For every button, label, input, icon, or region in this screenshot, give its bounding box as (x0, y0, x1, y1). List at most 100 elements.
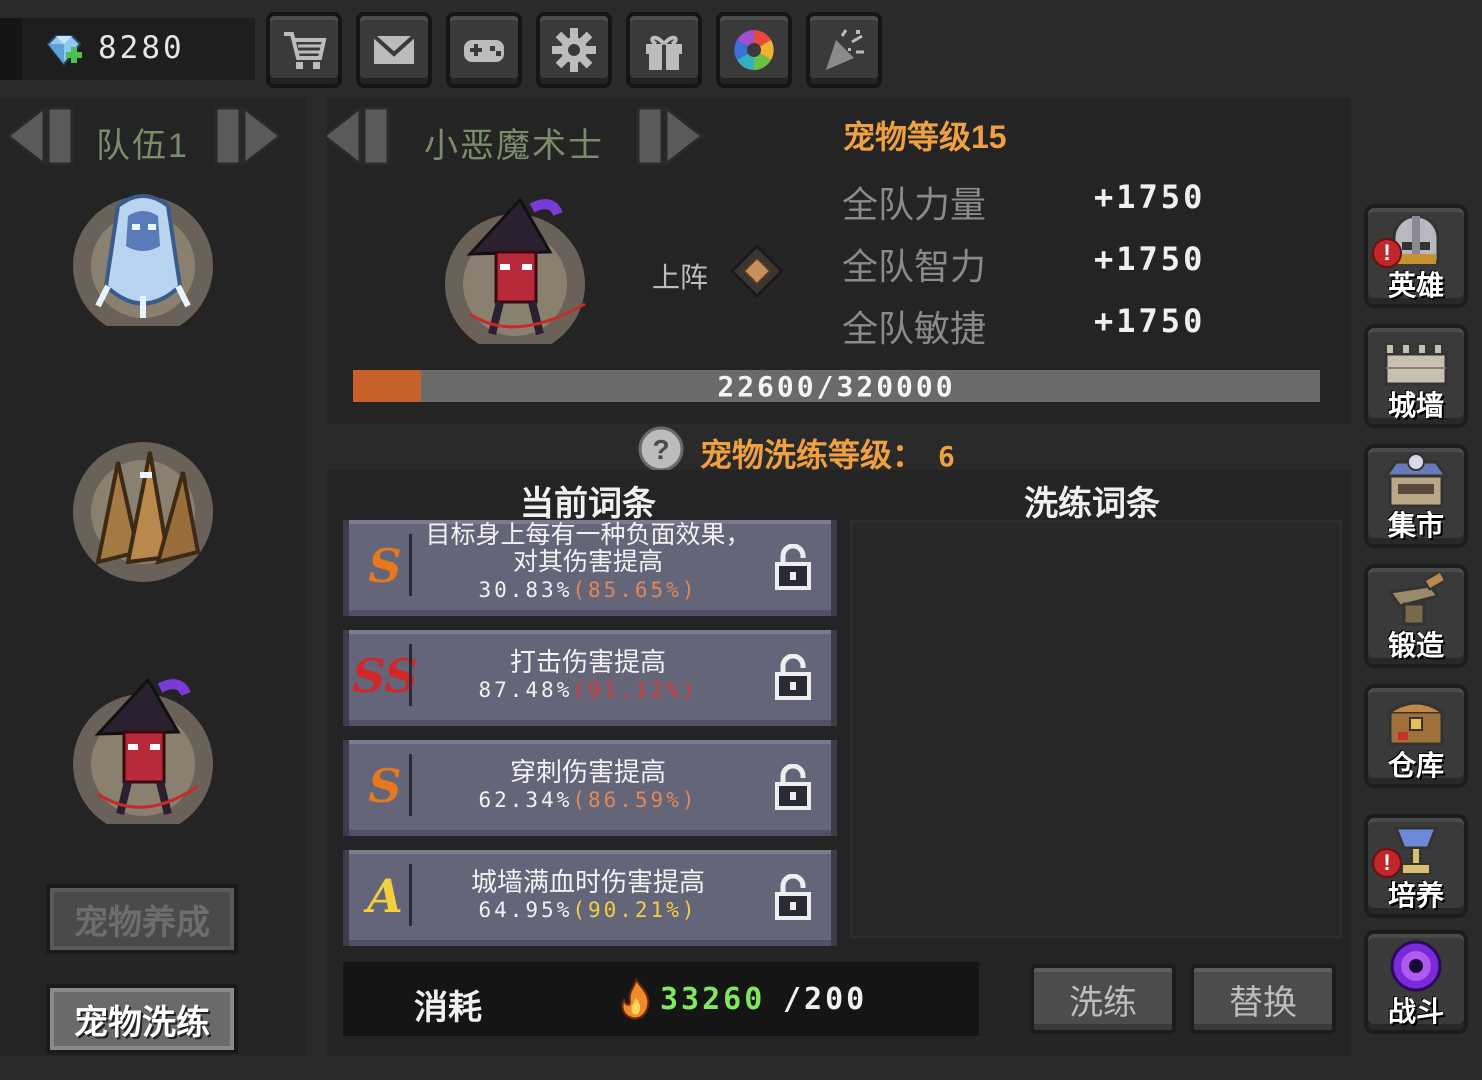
stat-name: 全队敏捷 (842, 308, 987, 349)
pet-name: 小恶魔术士 (424, 127, 604, 165)
new-affix-header: 洗练词条 (1024, 485, 1160, 523)
nav-forge-button[interactable]: 锻造 (1364, 564, 1468, 668)
settings-button[interactable] (536, 12, 612, 88)
affix-grade: S (368, 759, 402, 813)
nav-warehouse-label: 仓库 (1387, 750, 1444, 781)
nav-market-button[interactable]: 集市 (1364, 444, 1468, 548)
affix-row[interactable]: S 目标身上每有一种负面效果，对其伤害提高 30.83%(85.65%) (343, 520, 837, 616)
current-affix-header: 当前词条 (520, 485, 656, 523)
unlock-icon[interactable] (773, 654, 813, 700)
stat-name: 全队智力 (842, 246, 987, 287)
affix-values: 30.83%(85.65%) (415, 576, 761, 604)
pet-raise-button[interactable]: 宠物养成 (46, 884, 238, 954)
affix-current-value: 62.34% (478, 788, 573, 812)
market-shop-icon (1383, 453, 1449, 508)
color-wheel-icon (734, 30, 774, 70)
pet-next-arrow-icon[interactable] (634, 100, 706, 172)
gem-plus-icon[interactable] (44, 34, 84, 68)
affix-row[interactable]: A 城墙满血时伤害提高 64.95%(90.21%) (343, 850, 837, 946)
unlock-icon[interactable] (773, 764, 813, 810)
team-slot-demon-magician[interactable] (68, 674, 218, 824)
affix-current-value: 64.95% (478, 898, 573, 922)
affix-max-value: (91.12%) (572, 678, 698, 702)
deploy-label: 上阵 (652, 262, 709, 293)
affix-description: 目标身上每有一种负面效果，对其伤害提高 30.83%(85.65%) (415, 522, 761, 604)
nav-wall-button[interactable]: 城墙 (1364, 324, 1468, 428)
cost-label: 消耗 (414, 989, 482, 1027)
shop-cart-button[interactable] (266, 12, 342, 88)
affix-grade: SS (352, 649, 418, 703)
mail-icon (372, 34, 416, 64)
party-popper-button[interactable] (806, 12, 882, 88)
pet-prev-arrow-icon[interactable] (320, 100, 392, 172)
affix-divider (409, 754, 412, 816)
affix-max-value: (85.65%) (572, 578, 698, 602)
affix-values: 64.95%(90.21%) (415, 896, 761, 924)
battle-portal-icon (1390, 940, 1442, 992)
team-name-label: 队伍1 (96, 127, 189, 165)
affix-description: 城墙满血时伤害提高 64.95%(90.21%) (415, 868, 761, 924)
warehouse-chest-icon (1388, 701, 1444, 746)
nav-train-label: 培养 (1387, 880, 1444, 911)
affix-grade: A (367, 869, 403, 923)
gamepad-button[interactable] (446, 12, 522, 88)
stat-value: +1750 (1094, 178, 1206, 216)
pet-xp-text: 22600/320000 (717, 369, 956, 403)
affix-divider (409, 864, 412, 926)
nav-wall-label: 城墙 (1387, 390, 1444, 421)
affix-values: 62.34%(86.59%) (415, 786, 761, 814)
affix-text: 城墙满血时伤害提高 (470, 867, 705, 897)
gift-button[interactable] (626, 12, 702, 88)
nav-hero-button[interactable]: ! 英雄 (1364, 204, 1468, 308)
nav-train-button[interactable]: ! 培养 (1364, 814, 1468, 918)
mail-button[interactable] (356, 12, 432, 88)
refine-button[interactable]: 洗练 (1030, 964, 1176, 1034)
gift-icon (646, 35, 682, 70)
cost-required: /200 (783, 982, 868, 1017)
affix-grade: S (368, 539, 402, 593)
affix-max-value: (86.59%) (572, 788, 698, 812)
unlock-icon[interactable] (773, 874, 813, 920)
party-popper-icon (826, 29, 864, 70)
team-next-arrow-icon[interactable] (212, 100, 284, 172)
refine-level-text: 宠物洗练等级： (700, 437, 925, 473)
nav-battle-label: 战斗 (1387, 996, 1444, 1027)
team-prev-arrow-icon[interactable] (4, 100, 76, 172)
affix-row[interactable]: S 穿刺伤害提高 62.34%(86.59%) (343, 740, 837, 836)
affix-text: 目标身上每有一种负面效果，对其伤害提高 (425, 521, 751, 576)
nav-battle-button[interactable]: 战斗 (1364, 930, 1468, 1034)
nav-warehouse-button[interactable]: 仓库 (1364, 684, 1468, 788)
team-slot-wood-golem[interactable] (68, 432, 218, 582)
team-slot-ice-spirit[interactable] (68, 176, 218, 326)
pet-level-label: 宠物等级15 (843, 119, 1007, 155)
replace-button[interactable]: 替换 (1190, 964, 1336, 1034)
affix-values: 87.48%(91.12%) (415, 676, 761, 704)
svg-text:?: ? (652, 434, 669, 465)
stat-value: +1750 (1094, 302, 1206, 340)
help-question-icon[interactable]: ? (638, 426, 684, 472)
pet-xp-bar: 22600/320000 (353, 369, 1320, 403)
refine-level-value: 6 (938, 440, 955, 473)
affix-description: 穿刺伤害提高 62.34%(86.59%) (415, 758, 761, 814)
affix-row[interactable]: SS 打击伤害提高 87.48%(91.12%) (343, 630, 837, 726)
city-wall-icon (1384, 343, 1448, 386)
nav-market-label: 集市 (1387, 510, 1444, 541)
color-wheel-button[interactable] (716, 12, 792, 88)
pet-refine-button[interactable]: 宠物洗练 (46, 984, 238, 1054)
gem-count: 8280 (98, 30, 185, 66)
affix-divider (409, 534, 412, 596)
currency-panel-edge (0, 18, 22, 80)
affix-description: 打击伤害提高 87.48%(91.12%) (415, 648, 761, 704)
unlock-icon[interactable] (773, 544, 813, 590)
stat-value: +1750 (1094, 240, 1206, 278)
shop-cart-icon (284, 32, 327, 69)
new-affix-list (850, 520, 1342, 938)
deploy-diamond-icon[interactable] (730, 244, 784, 298)
affix-current-value: 30.83% (478, 578, 573, 602)
settings-gear-icon (552, 28, 596, 72)
affix-current-value: 87.48% (478, 678, 573, 702)
gamepad-icon (464, 40, 504, 62)
forge-anvil-icon (1387, 572, 1447, 626)
cost-owned: 33260 (660, 982, 766, 1017)
affix-text: 打击伤害提高 (509, 647, 666, 677)
